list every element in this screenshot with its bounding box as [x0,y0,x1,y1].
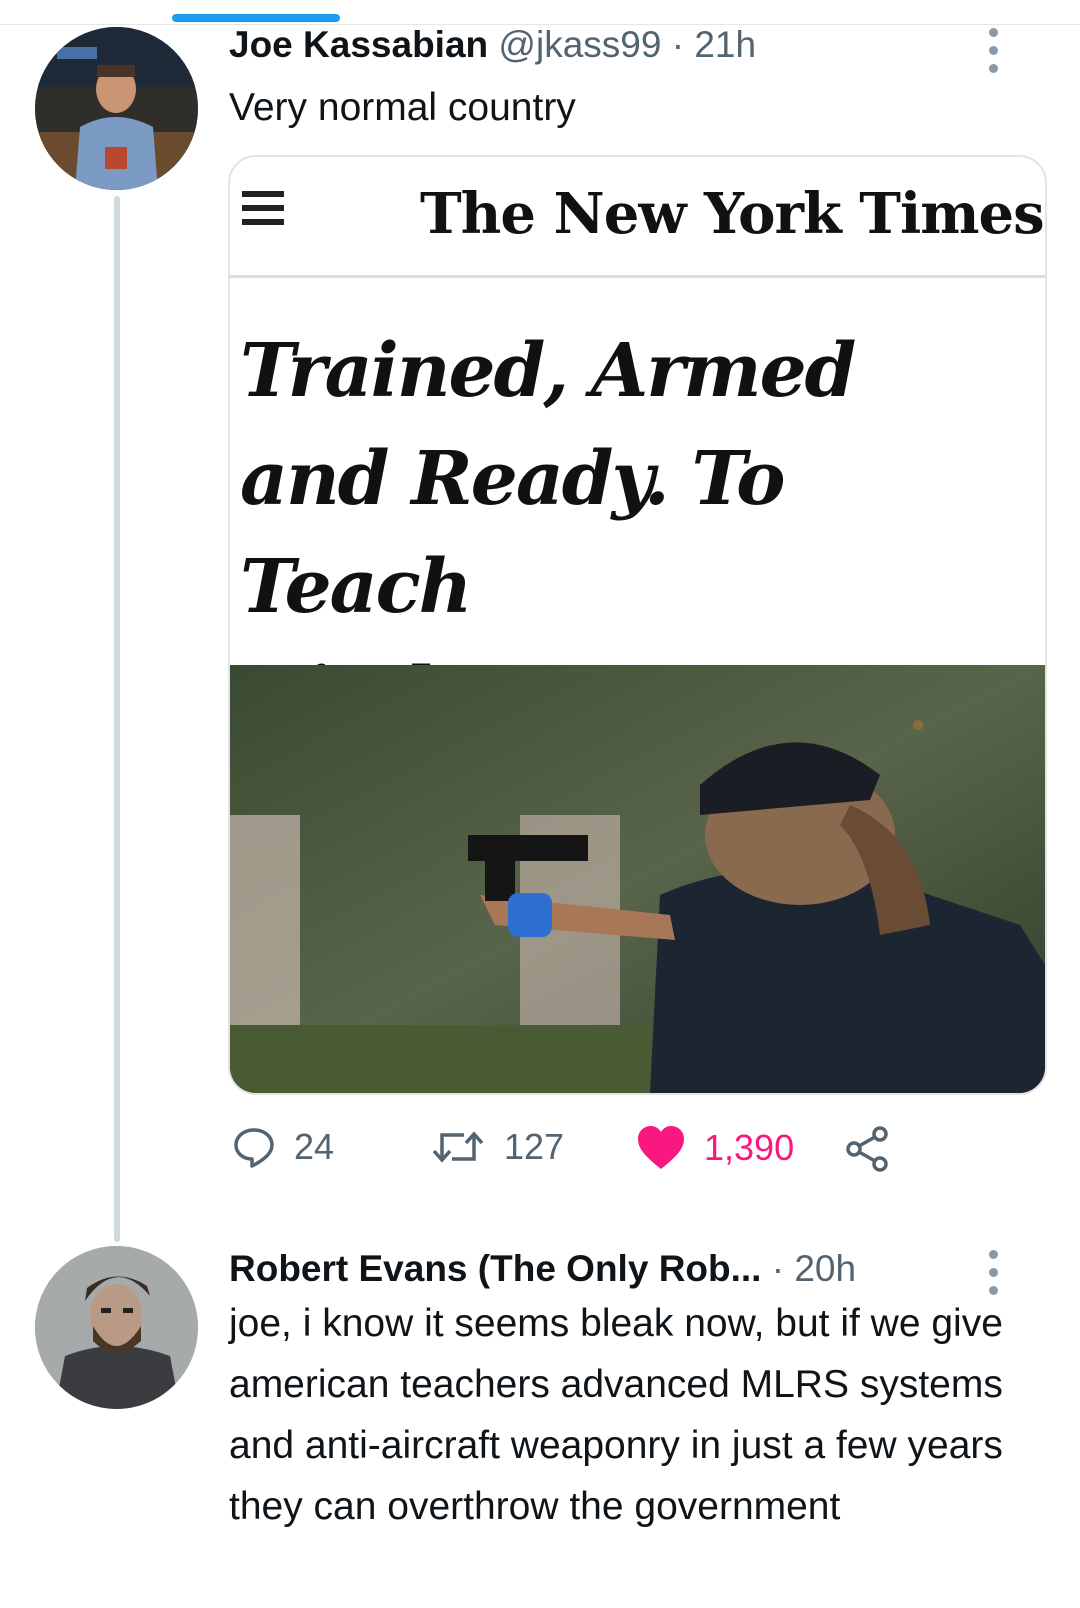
tweet-text: Very normal country [229,86,576,129]
author-name[interactable]: Joe Kassabian [229,24,488,65]
reply-text: joe, i know it seems bleak now, but if w… [229,1302,1003,1528]
reply-time[interactable]: 20h [794,1248,856,1289]
retweet-count: 127 [504,1126,565,1167]
separator-dot: · [671,24,685,65]
reply-author-name[interactable]: Robert Evans (The Only Rob... [229,1248,761,1289]
reply-icon [234,1128,274,1168]
hamburger-menu-icon [242,191,284,225]
heart-icon [638,1126,684,1169]
avatar-joe-kassabian[interactable] [35,27,198,190]
article-photo [230,665,1045,1093]
retweet-button[interactable]: 127 [430,1125,564,1169]
share-icon [846,1126,888,1172]
media-card[interactable]: The New York Times Trained, Armed and Re… [228,155,1047,1095]
active-tab-indicator [172,14,340,22]
like-button[interactable]: 1,390 [636,1125,794,1171]
like-count: 1,390 [704,1127,795,1168]
share-button[interactable] [844,1125,892,1173]
retweet-icon [432,1131,484,1163]
tweet-time[interactable]: 21h [694,24,756,65]
reply-button[interactable]: 24 [232,1125,334,1169]
reply-count: 24 [294,1126,335,1167]
separator-dot: · [771,1248,785,1289]
reply-header: Robert Evans (The Only Rob... · 20h [229,1248,856,1290]
nyt-masthead: The New York Times [420,181,1045,247]
thread-connector-line [114,196,120,1242]
nyt-header: The New York Times [230,157,1045,278]
tweet-header: Joe Kassabian @jkass99 · 21h [229,24,756,66]
avatar-robert-evans[interactable] [35,1246,198,1409]
tweet-actions: 24 127 1,390 [232,1125,932,1185]
author-handle[interactable]: @jkass99 [498,24,661,65]
more-options-icon[interactable] [989,28,999,82]
